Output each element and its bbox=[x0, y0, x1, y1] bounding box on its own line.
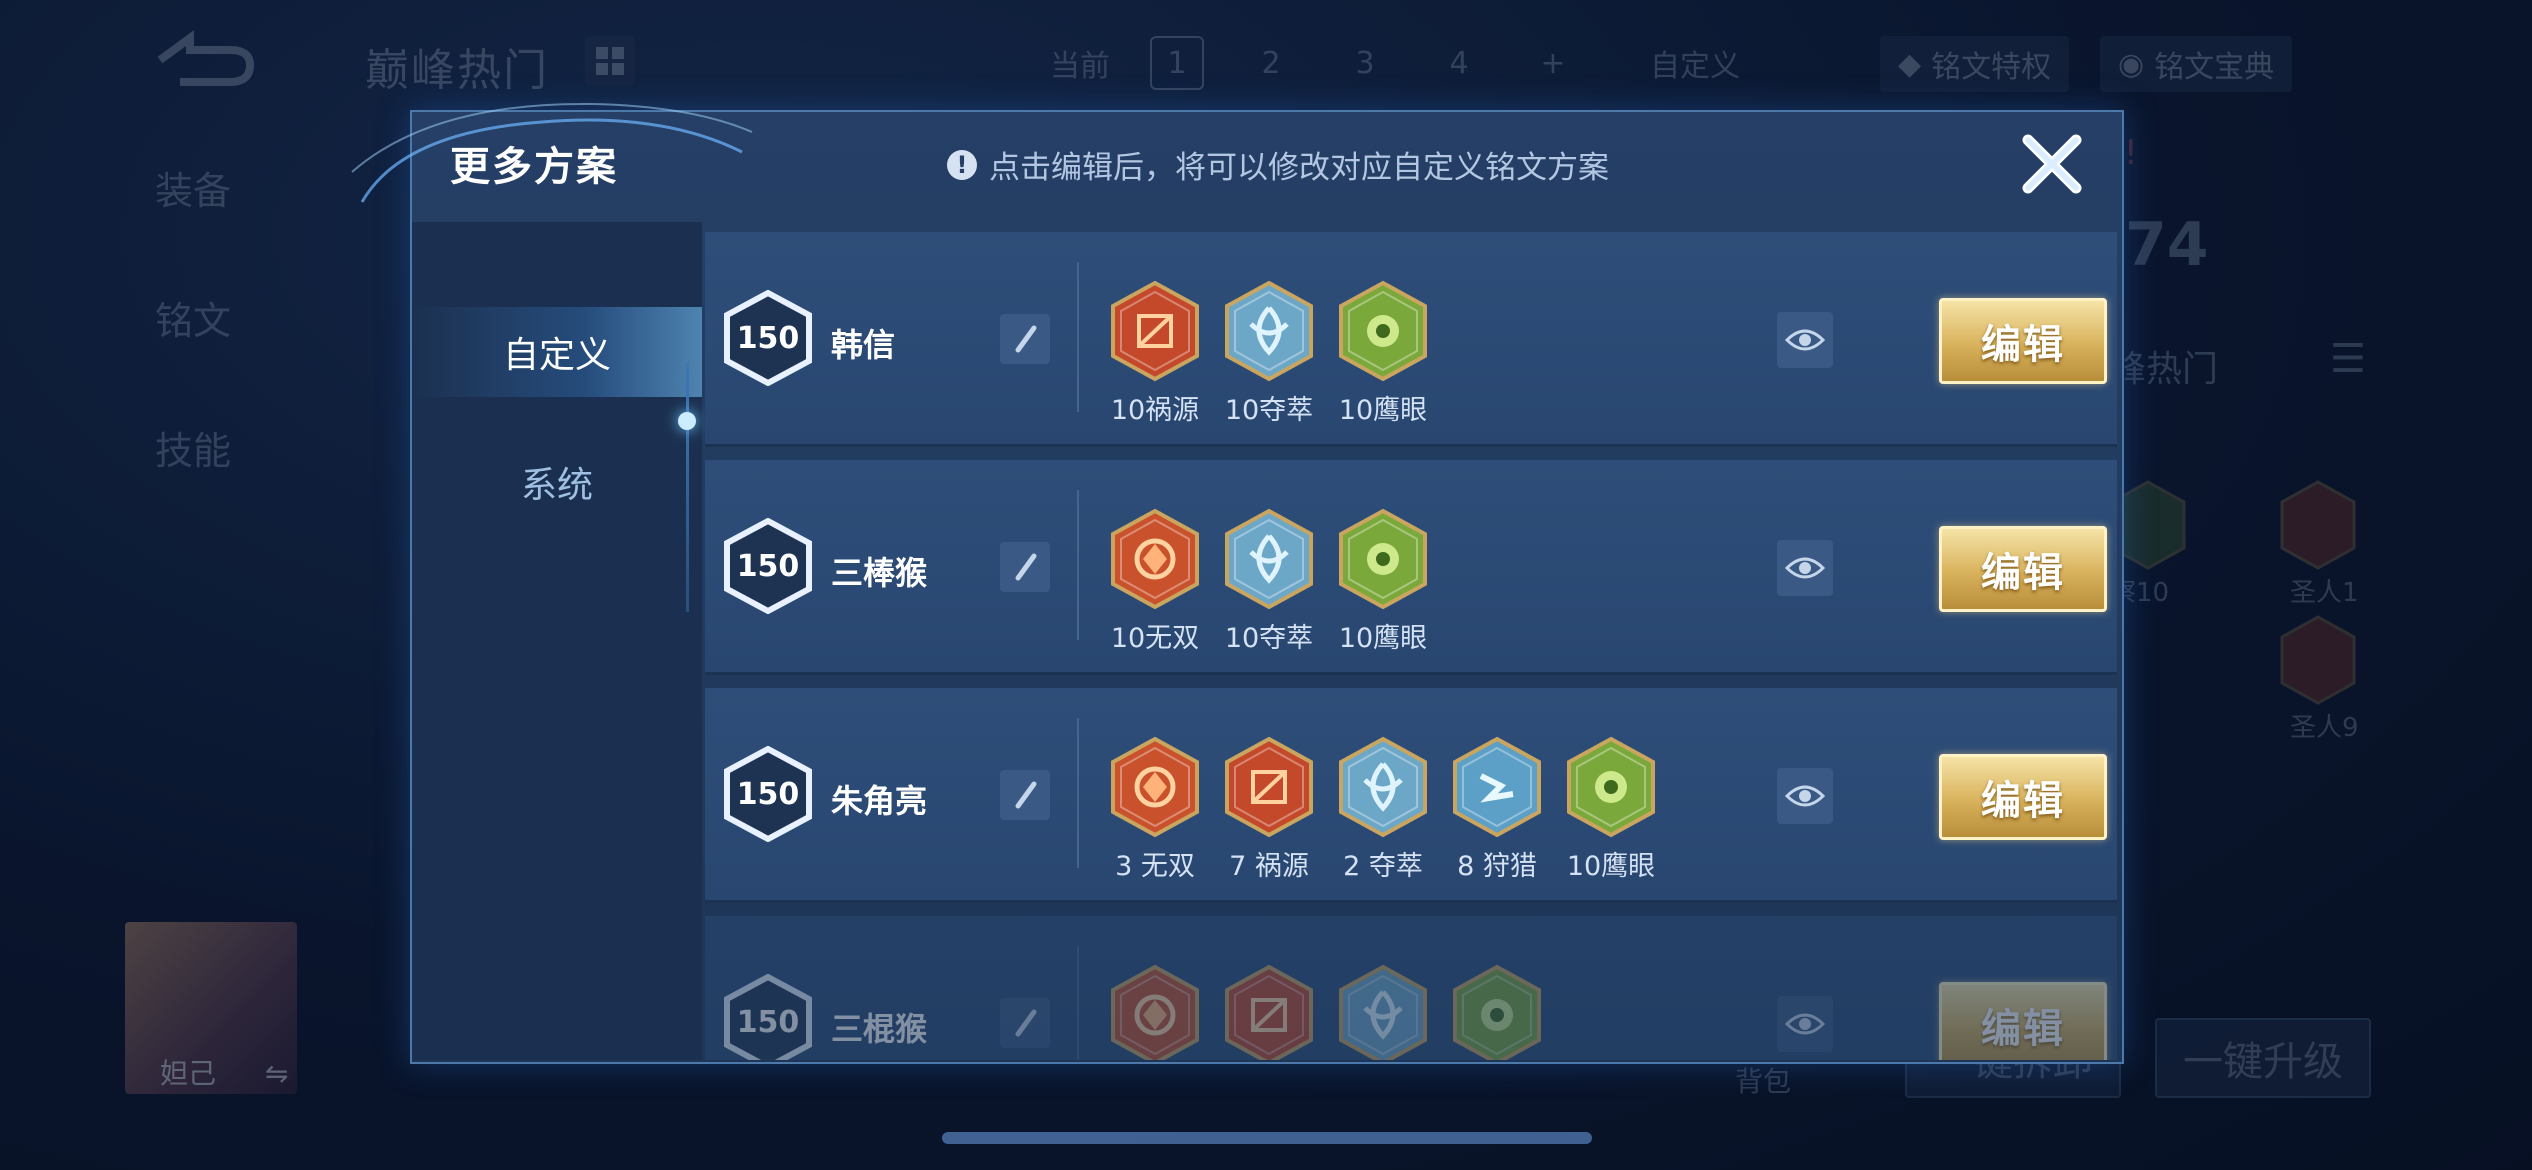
rune-slot bbox=[1212, 964, 1326, 1060]
rune-label: 2 夺萃 bbox=[1343, 851, 1423, 882]
plan-row: 150 朱角亮 3 无双 7 祸源 2 夺萃 8 狩猎 10鹰眼 编辑 bbox=[705, 688, 2117, 903]
preview-button[interactable] bbox=[1777, 312, 1833, 368]
rune-label: 10鹰眼 bbox=[1338, 623, 1428, 654]
rune-set bbox=[1098, 964, 1554, 1060]
rune-slot: 10祸源 bbox=[1098, 280, 1212, 427]
rune-label: 10夺萃 bbox=[1224, 623, 1314, 654]
eye-icon bbox=[1785, 1013, 1825, 1035]
rune-set: 10祸源 10夺萃 10鹰眼 bbox=[1098, 280, 1440, 427]
rune-blue-knot-icon bbox=[1337, 736, 1429, 842]
plan-row: 150 三棍猴 编辑 bbox=[705, 916, 2117, 1060]
modal-header: 更多方案 ! 点击编辑后，将可以修改对应自定义铭文方案 bbox=[351, 102, 2122, 222]
info-icon: ! bbox=[947, 149, 977, 180]
rune-slot: 10鹰眼 bbox=[1326, 280, 1440, 427]
plan-name: 韩信 bbox=[831, 326, 896, 364]
rename-button[interactable] bbox=[1000, 542, 1050, 592]
plan-name: 三棍猴 bbox=[831, 1010, 928, 1048]
rune-red-calamity-icon bbox=[1109, 280, 1201, 386]
rune-blue-knot-icon bbox=[1223, 280, 1315, 386]
edit-button[interactable]: 编辑 bbox=[1939, 754, 2107, 840]
rune-slot: 10夺萃 bbox=[1212, 280, 1326, 427]
pen-icon bbox=[1015, 553, 1037, 581]
rune-label: 10鹰眼 bbox=[1566, 851, 1656, 882]
plan-level: 150 bbox=[736, 776, 800, 812]
nav-tab-system[interactable]: 系统 bbox=[412, 437, 702, 527]
nav-divider bbox=[686, 362, 689, 612]
rune-slot: 10夺萃 bbox=[1212, 508, 1326, 655]
rune-slot: 3 无双 bbox=[1098, 736, 1212, 883]
plan-level: 150 bbox=[736, 548, 800, 584]
rune-green-hawkeye-icon bbox=[1451, 964, 1543, 1060]
more-plans-modal: 更多方案 ! 点击编辑后，将可以修改对应自定义铭文方案 自定义 系统 150 韩信… bbox=[351, 102, 2124, 1064]
row-divider bbox=[1077, 946, 1079, 1060]
preview-button[interactable] bbox=[1777, 996, 1833, 1052]
edit-button[interactable]: 编辑 bbox=[1939, 526, 2107, 612]
rune-blue-knot-icon bbox=[1223, 508, 1315, 614]
plan-type-nav: 自定义 系统 bbox=[412, 222, 702, 1060]
rune-red-peerless-icon bbox=[1109, 964, 1201, 1060]
rune-label: 7 祸源 bbox=[1229, 851, 1309, 882]
hint-text: 点击编辑后，将可以修改对应自定义铭文方案 bbox=[989, 150, 1609, 186]
rune-blue-knot-icon bbox=[1337, 964, 1429, 1060]
rune-slot: 2 夺萃 bbox=[1326, 736, 1440, 883]
rune-slot bbox=[1440, 964, 1554, 1060]
rune-green-hawkeye-icon bbox=[1337, 508, 1429, 614]
close-icon bbox=[2022, 134, 2082, 194]
close-button[interactable] bbox=[2012, 124, 2092, 204]
plan-level: 150 bbox=[736, 320, 800, 356]
modal-hint: ! 点击编辑后，将可以修改对应自定义铭文方案 bbox=[947, 142, 1609, 187]
rune-label: 10鹰眼 bbox=[1338, 395, 1428, 426]
rune-slot: 7 祸源 bbox=[1212, 736, 1326, 883]
rune-red-calamity-icon bbox=[1223, 964, 1315, 1060]
pen-icon bbox=[1015, 781, 1037, 809]
row-divider bbox=[1077, 718, 1079, 868]
eye-icon bbox=[1785, 329, 1825, 351]
rune-slot: 10无双 bbox=[1098, 508, 1212, 655]
home-indicator[interactable] bbox=[942, 1132, 1592, 1144]
rune-slot: 10鹰眼 bbox=[1554, 736, 1668, 883]
rename-button[interactable] bbox=[1000, 998, 1050, 1048]
edit-button[interactable]: 编辑 bbox=[1939, 298, 2107, 384]
rune-set: 10无双 10夺萃 10鹰眼 bbox=[1098, 508, 1440, 655]
rename-button[interactable] bbox=[1000, 770, 1050, 820]
modal-title: 更多方案 bbox=[450, 144, 618, 190]
rune-set: 3 无双 7 祸源 2 夺萃 8 狩猎 10鹰眼 bbox=[1098, 736, 1668, 883]
rune-slot: 8 狩猎 bbox=[1440, 736, 1554, 883]
rune-label: 8 狩猎 bbox=[1457, 851, 1537, 882]
rune-label: 3 无双 bbox=[1115, 851, 1195, 882]
rune-slot bbox=[1098, 964, 1212, 1060]
preview-button[interactable] bbox=[1777, 768, 1833, 824]
eye-icon bbox=[1785, 785, 1825, 807]
rune-green-hawkeye-icon bbox=[1565, 736, 1657, 842]
nav-tab-custom[interactable]: 自定义 bbox=[412, 307, 702, 397]
plan-row: 150 三棒猴 10无双 10夺萃 10鹰眼 编辑 bbox=[705, 460, 2117, 675]
pen-icon bbox=[1015, 325, 1037, 353]
rune-label: 10无双 bbox=[1110, 623, 1200, 654]
rune-blue-hunt-icon bbox=[1451, 736, 1543, 842]
pen-icon bbox=[1015, 1009, 1037, 1037]
rune-red-calamity-icon bbox=[1223, 736, 1315, 842]
rune-label: 10祸源 bbox=[1110, 395, 1200, 426]
rune-red-peerless-icon bbox=[1109, 508, 1201, 614]
rune-slot: 10鹰眼 bbox=[1326, 508, 1440, 655]
plan-name: 朱角亮 bbox=[831, 782, 928, 820]
rename-button[interactable] bbox=[1000, 314, 1050, 364]
plan-list[interactable]: 150 韩信 10祸源 10夺萃 10鹰眼 编辑 150 三棒猴 10无双 10夺萃 10鹰眼 编辑 1… bbox=[705, 222, 2117, 1060]
plan-name: 三棒猴 bbox=[831, 554, 928, 592]
row-divider bbox=[1077, 490, 1079, 640]
edit-button[interactable]: 编辑 bbox=[1939, 982, 2107, 1060]
eye-icon bbox=[1785, 557, 1825, 579]
plan-row: 150 韩信 10祸源 10夺萃 10鹰眼 编辑 bbox=[705, 232, 2117, 447]
rune-red-peerless-icon bbox=[1109, 736, 1201, 842]
rune-slot bbox=[1326, 964, 1440, 1060]
preview-button[interactable] bbox=[1777, 540, 1833, 596]
rune-green-hawkeye-icon bbox=[1337, 280, 1429, 386]
rune-label: 10夺萃 bbox=[1224, 395, 1314, 426]
row-divider bbox=[1077, 262, 1079, 412]
nav-active-indicator bbox=[678, 412, 696, 430]
plan-level: 150 bbox=[736, 1004, 800, 1040]
